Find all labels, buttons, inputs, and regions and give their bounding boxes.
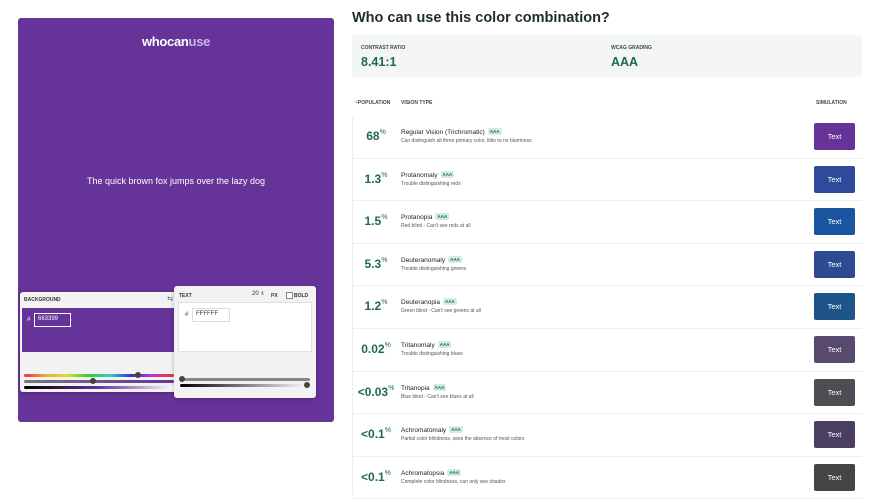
vision-type-name: Achromatomaly AAA bbox=[401, 426, 463, 435]
population-percent: <0.03% bbox=[357, 384, 395, 399]
population-percent: 1.3% bbox=[364, 171, 388, 186]
simulation-swatch: Text bbox=[814, 123, 855, 150]
wcag-grading-value: AAA bbox=[611, 55, 639, 69]
wcag-badge: AAA bbox=[437, 340, 452, 348]
vision-type-description: Green blind - Can't see greens at all bbox=[401, 308, 481, 315]
hue-slider-handle[interactable] bbox=[135, 372, 141, 378]
wcag-badge: AAA bbox=[449, 426, 463, 434]
lightness-slider[interactable] bbox=[24, 386, 174, 389]
simulation-swatch: Text bbox=[814, 378, 855, 406]
wcag-badge: AAA bbox=[443, 298, 457, 306]
saturation-slider[interactable] bbox=[24, 380, 174, 383]
table-row: <0.1% Achromatomaly AAA Partial color blind… bbox=[352, 414, 862, 457]
simulation-swatch: Text bbox=[814, 208, 855, 236]
vision-type-name: Tritanomaly AAA bbox=[401, 340, 452, 349]
text-label: TEXT bbox=[179, 293, 192, 299]
vision-type-description: Trouble distinguishing greens bbox=[401, 265, 467, 272]
simulation-swatch: Text bbox=[814, 165, 855, 193]
vision-type-name: Tritanopia AAA bbox=[401, 383, 447, 392]
wcag-badge: AAA bbox=[440, 170, 455, 178]
wcag-grading-label: WCAG GRADING bbox=[611, 45, 652, 51]
vision-type-list: 68% Regular Vision (Trichromatic) AAA Can d… bbox=[352, 116, 862, 499]
text-swatch[interactable]: # FFFFFF bbox=[178, 302, 312, 352]
population-percent: 5.3% bbox=[364, 256, 388, 271]
vision-type-header: VISION TYPE bbox=[401, 100, 433, 106]
contrast-summary: CONTRAST RATIO 8.41:1 WCAG GRADING AAA bbox=[352, 35, 862, 77]
unit-label: PX bbox=[271, 293, 278, 299]
wcag-badge: AAA bbox=[448, 255, 462, 263]
text-saturation-slider[interactable] bbox=[180, 378, 310, 381]
hash-symbol: # bbox=[185, 312, 189, 318]
simulation-header: SIMULATION bbox=[816, 100, 847, 106]
wcag-badge: AAA bbox=[432, 383, 447, 391]
simulation-swatch: Text bbox=[814, 293, 855, 321]
font-size-selector[interactable]: 20 ⇕ bbox=[252, 291, 265, 297]
contrast-ratio-label: CONTRAST RATIO bbox=[361, 45, 406, 51]
simulation-swatch: Text bbox=[814, 421, 855, 449]
page-title: Who can use this color combination? bbox=[352, 10, 610, 26]
vision-type-description: Blue blind - Can't see blues at all bbox=[401, 393, 474, 400]
background-label: BACKGROUND bbox=[24, 297, 61, 303]
text-saturation-slider-handle[interactable] bbox=[179, 376, 185, 382]
vision-type-name: Regular Vision (Trichromatic) AAA bbox=[401, 128, 502, 136]
table-row: <0.1% Achromatopsia AAA Complete color blin… bbox=[352, 457, 862, 499]
table-row: 1.5% Protanopia AAA Red blind - Can't see r… bbox=[352, 201, 862, 244]
vision-type-name: Achromatopsia AAA bbox=[401, 468, 462, 477]
simulation-swatch: Text bbox=[814, 335, 855, 363]
text-lightness-slider-handle[interactable] bbox=[304, 382, 310, 388]
table-row: 1.2% Deuteranopia AAA Green blind - Can't s… bbox=[352, 286, 862, 329]
population-header: ~POPULATION bbox=[355, 100, 391, 106]
saturation-slider-handle[interactable] bbox=[90, 378, 96, 384]
population-percent: 1.2% bbox=[364, 299, 388, 314]
table-row: 0.02% Tritanomaly AAA Trouble distinguishin… bbox=[352, 329, 862, 372]
vision-type-name: Deuteranomaly AAA bbox=[401, 255, 462, 264]
background-color-panel: BACKGROUND ⇆ # 663399 bbox=[20, 292, 178, 392]
population-percent: 68% bbox=[366, 129, 386, 143]
table-row: 68% Regular Vision (Trichromatic) AAA Can d… bbox=[352, 116, 862, 159]
table-row: <0.03% Tritanopia AAA Blue blind - Can't se… bbox=[352, 372, 862, 415]
swap-icon[interactable]: ⇆ bbox=[167, 295, 173, 303]
population-percent: 0.02% bbox=[361, 341, 391, 356]
sample-text: The quick brown fox jumps over the lazy … bbox=[86, 176, 266, 186]
vision-type-name: Protanopia AAA bbox=[401, 213, 450, 222]
bold-label: BOLD bbox=[294, 293, 309, 299]
population-percent: 1.5% bbox=[364, 214, 388, 229]
background-hex-input[interactable]: 663399 bbox=[34, 313, 71, 327]
population-percent: <0.1% bbox=[361, 427, 391, 442]
population-percent: <0.1% bbox=[361, 469, 391, 484]
text-lightness-slider[interactable] bbox=[180, 384, 310, 387]
vision-type-description: Partial color blindness, sees the absenc… bbox=[401, 436, 525, 443]
text-hex-input[interactable]: FFFFFF bbox=[192, 308, 230, 322]
table-row: 1.3% Protanomaly AAA Trouble distinguishing… bbox=[352, 159, 862, 202]
text-color-panel: TEXT 20 ⇕ PX BOLD # FFFFFF bbox=[174, 286, 316, 398]
wcag-badge: AAA bbox=[435, 213, 450, 221]
vision-type-description: Red blind - Can't see reds at all bbox=[401, 223, 471, 230]
vision-type-description: Trouble distinguishing blues bbox=[401, 350, 463, 357]
simulation-swatch: Text bbox=[814, 463, 855, 491]
bold-checkbox[interactable] bbox=[286, 292, 293, 299]
hash-symbol: # bbox=[27, 317, 31, 323]
vision-type-description: Can distinguish all three primary color,… bbox=[401, 138, 532, 144]
vision-type-name: Protanomaly AAA bbox=[401, 170, 455, 179]
table-row: 5.3% Deuteranomaly AAA Trouble distinguishi… bbox=[352, 244, 862, 287]
vision-type-description: Trouble distinguishing reds bbox=[401, 180, 461, 187]
vision-type-description: Complete color blindness, can only see s… bbox=[401, 478, 506, 485]
hue-slider[interactable] bbox=[24, 374, 174, 377]
wcag-badge: AAA bbox=[487, 128, 502, 135]
contrast-ratio-value: 8.41:1 bbox=[361, 55, 397, 69]
logo[interactable]: whocanuse bbox=[18, 34, 334, 49]
simulation-swatch: Text bbox=[814, 250, 855, 278]
wcag-badge: AAA bbox=[447, 468, 462, 476]
background-swatch[interactable]: # 663399 bbox=[22, 308, 176, 352]
vision-type-name: Deuteranopia AAA bbox=[401, 298, 457, 307]
